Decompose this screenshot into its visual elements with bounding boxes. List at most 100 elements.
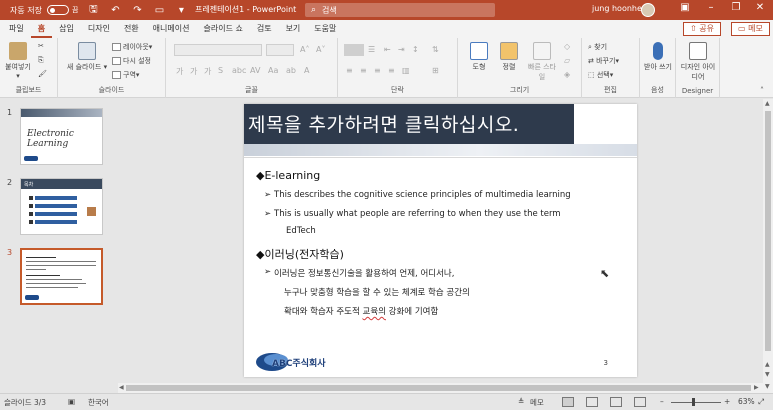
zoom-slider[interactable] (671, 402, 721, 403)
tab-help[interactable]: 도움말 (307, 20, 343, 38)
heading-elearning-kr[interactable]: ◆이러닝(전자학습) (256, 246, 344, 262)
align-center-icon[interactable]: ≡ (360, 66, 367, 75)
tab-view[interactable]: 보기 (279, 20, 308, 38)
zoom-in-icon[interactable]: + (724, 397, 730, 406)
scroll-up-page-icon[interactable]: ▲ (765, 361, 770, 368)
line-spacing-icon[interactable]: ↕ (412, 45, 419, 54)
reading-view-icon[interactable] (610, 397, 622, 407)
minimize-icon[interactable]: – (703, 2, 719, 13)
present-icon[interactable]: ▭ (152, 5, 166, 16)
notes-button[interactable]: 메모 (530, 397, 544, 408)
underline-icon[interactable]: 가 (204, 66, 211, 77)
decrease-indent-icon[interactable]: ⇤ (384, 45, 391, 54)
save-icon[interactable]: 🖫 (86, 2, 100, 19)
dictate-button[interactable]: 받아 쓰기 (642, 42, 674, 72)
scroll-up-icon[interactable]: ▲ (765, 100, 770, 107)
quick-styles-button[interactable]: 빠른 스타일 (526, 42, 558, 82)
autosave-toggle[interactable] (46, 5, 69, 15)
grow-font-icon[interactable]: A˄ (300, 45, 309, 54)
align-right-icon[interactable]: ≡ (374, 66, 381, 75)
customize-qat-icon[interactable]: ▾ (174, 5, 188, 16)
collapse-ribbon-icon[interactable]: ˄ (760, 86, 764, 95)
bold-icon[interactable]: 가 (176, 66, 183, 77)
scroll-down-icon[interactable]: ▼ (765, 383, 770, 390)
increase-indent-icon[interactable]: ⇥ (398, 45, 405, 54)
copy-icon[interactable]: ⎘ (38, 56, 44, 65)
share-button[interactable]: ⇧ 공유 (683, 22, 721, 36)
smartart-icon[interactable]: ⊞ (432, 66, 439, 75)
tab-transitions[interactable]: 전환 (117, 20, 146, 38)
slide-thumbnail-1[interactable]: Electronic Learning (20, 108, 103, 165)
text-direction-icon[interactable]: ⇅ (432, 45, 439, 54)
case-icon[interactable]: Aa (268, 66, 278, 75)
close-icon[interactable]: ✕ (752, 2, 768, 13)
vertical-scrollbar[interactable]: ▲ ▲ ▼ ▼ (763, 99, 773, 393)
tab-home[interactable]: 홈 (30, 20, 53, 38)
redo-icon[interactable]: ↷ (130, 5, 144, 16)
user-name[interactable]: jung hoonhee (592, 4, 647, 13)
align-left-icon[interactable]: ≡ (346, 66, 353, 75)
tab-insert[interactable]: 삽입 (52, 20, 81, 38)
fit-to-window-icon[interactable]: ⤢ (758, 397, 764, 407)
highlight-icon[interactable]: ab (286, 66, 296, 75)
justify-icon[interactable]: ≡ (388, 66, 395, 75)
shape-outline-icon[interactable]: ▱ (564, 56, 570, 65)
strike-icon[interactable]: S (218, 66, 223, 75)
shapes-button[interactable]: 도형 (466, 42, 492, 72)
slideshow-view-icon[interactable] (634, 397, 646, 407)
find-button[interactable]: ⌕ 찾기 (588, 42, 607, 52)
shrink-font-icon[interactable]: A˅ (316, 45, 325, 54)
cut-icon[interactable]: ✂ (38, 42, 44, 50)
replace-button[interactable]: ⇄ 바꾸기 ▾ (588, 56, 619, 66)
tab-file[interactable]: 파일 (2, 20, 31, 38)
section-button[interactable]: 구역 ▾ (112, 70, 139, 80)
maximize-icon[interactable]: ❐ (728, 2, 744, 13)
new-slide-button[interactable]: 새 슬라이드 ▾ (64, 42, 110, 72)
font-size-select[interactable] (266, 44, 294, 56)
bullet-3-cont1[interactable]: 누구나 맞춤형 학습을 할 수 있는 체계로 학습 공간의 (284, 286, 470, 298)
select-button[interactable]: ⬚ 선택 ▾ (588, 70, 613, 80)
char-spacing-icon[interactable]: abc (232, 66, 246, 75)
heading-elearning[interactable]: ◆E-learning (256, 169, 320, 182)
scroll-right-icon[interactable]: ▶ (754, 384, 759, 391)
language-indicator[interactable]: 한국어 (88, 397, 109, 408)
horizontal-scrollbar[interactable]: ◀ ▶ (118, 383, 763, 393)
layout-button[interactable]: 레이아웃 ▾ (112, 42, 152, 52)
scroll-left-icon[interactable]: ◀ (119, 384, 124, 391)
spellcheck-icon[interactable]: ▣ (68, 397, 75, 406)
slide-thumbnail-3[interactable] (20, 248, 103, 305)
columns-icon[interactable]: ▥ (402, 66, 410, 75)
font-name-select[interactable] (174, 44, 262, 56)
shape-fill-icon[interactable]: ◇ (564, 42, 570, 51)
arrange-button[interactable]: 정렬 (496, 42, 522, 72)
undo-icon[interactable]: ↶ (108, 5, 122, 16)
horizontal-scroll-thumb[interactable] (126, 385, 751, 391)
reset-button[interactable]: 다시 설정 (112, 56, 151, 66)
shape-effects-icon[interactable]: ◈ (564, 70, 570, 79)
bullet-3-cont2[interactable]: 확대와 학습자 주도적 교육의 강화에 기여함 (284, 305, 438, 317)
search-box[interactable]: ⌕ 검색 (305, 3, 495, 17)
format-painter-icon[interactable]: 🖌 (38, 70, 47, 78)
tab-animations[interactable]: 애니메이션 (146, 20, 197, 38)
ribbon-display-icon[interactable]: ▣ (677, 2, 693, 13)
numbering-icon[interactable]: ☰ (368, 45, 375, 54)
paste-button[interactable]: 붙여넣기 ▾ (3, 42, 33, 80)
avatar[interactable] (641, 3, 655, 17)
bullet-3[interactable]: ➢ 이러닝은 정보통신기술을 활용하여 언제, 어디서나, (264, 267, 454, 279)
bullet-1[interactable]: ➢ This describes the cognitive science pr… (264, 190, 571, 200)
notes-icon[interactable]: ≜ (518, 397, 524, 406)
scroll-down-page-icon[interactable]: ▼ (765, 371, 770, 378)
zoom-slider-knob[interactable] (692, 398, 695, 406)
bullets-button[interactable] (344, 44, 364, 56)
tab-review[interactable]: 검토 (250, 20, 279, 38)
slide-title-placeholder[interactable]: 제목을 추가하려면 클릭하십시오. (248, 110, 519, 137)
zoom-level[interactable]: 63% (738, 397, 755, 406)
normal-view-icon[interactable] (562, 397, 574, 407)
tab-slideshow[interactable]: 슬라이드 쇼 (196, 20, 249, 38)
bullet-2-cont[interactable]: EdTech (286, 226, 316, 236)
zoom-out-icon[interactable]: – (660, 397, 664, 406)
slide-canvas[interactable]: 제목을 추가하려면 클릭하십시오. ◆E-learning ➢ This desc… (244, 104, 637, 377)
tab-design[interactable]: 디자인 (81, 20, 117, 38)
spacing-icon[interactable]: AV (250, 66, 260, 75)
font-color-icon[interactable]: A (304, 66, 309, 75)
